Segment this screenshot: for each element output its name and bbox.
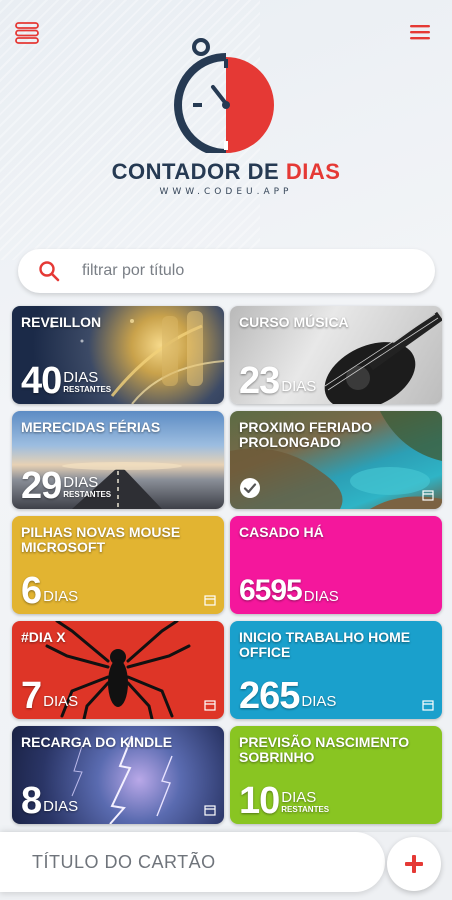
app-title-main: CONTADOR DE [111, 159, 286, 184]
card-title: PREVISÃO NASCIMENTO SOBRINHO [239, 734, 410, 765]
card-title: MERECIDAS FÉRIAS [21, 419, 161, 435]
card-title: RECARGA DO KINDLE [21, 734, 173, 750]
card-number: 6595 [239, 574, 303, 607]
card-unit: DIAS [43, 693, 79, 710]
card-unit: DIAS [303, 588, 339, 605]
card-unit: DIAS [281, 789, 317, 806]
card-count: 10 DIAS RESTANTES [239, 780, 330, 822]
app-url: WWW.CODEU.APP [159, 187, 293, 197]
calendar-icon [204, 700, 216, 711]
app-title-accent: DIAS [285, 159, 341, 184]
card-number: 265 [239, 675, 300, 717]
card-count: 40 DIAS RESTANTES [21, 360, 112, 402]
calendar-icon [422, 490, 434, 501]
card-title: #DIA X [21, 629, 66, 645]
card-number: 7 [21, 675, 42, 717]
card-count: 7 DIAS [21, 675, 79, 717]
card-title-input[interactable] [30, 850, 354, 874]
plus-icon [405, 855, 423, 873]
calendar-icon [422, 700, 434, 711]
card-sub: RESTANTES [63, 385, 112, 394]
card-unit: DIAS [43, 798, 79, 815]
add-card-button[interactable] [387, 837, 441, 891]
search-input[interactable] [80, 261, 384, 281]
card-count: 23 DIAS [239, 360, 317, 402]
new-card-field [0, 832, 385, 892]
card-title: CURSO MÚSICA [239, 314, 349, 330]
stopwatch-logo-icon [174, 38, 274, 153]
check-circle-icon [240, 478, 260, 498]
card-inicio-trabalho[interactable]: INICIO TRABALHO HOME OFFICE 265 DIAS [230, 621, 442, 719]
card-title: CASADO HÁ [239, 524, 324, 540]
card-unit: DIAS [43, 588, 79, 605]
card-previsao-nascimento[interactable]: PREVISÃO NASCIMENTO SOBRINHO 10 DIAS REST… [230, 726, 442, 824]
card-casado-ha[interactable]: CASADO HÁ 6595 DIAS [230, 516, 442, 614]
card-recarga-kindle[interactable]: RECARGA DO KINDLE 8 DIAS [12, 726, 224, 824]
card-merecidas-ferias[interactable]: MERECIDAS FÉRIAS 29 DIAS RESTANTES [12, 411, 224, 509]
card-title: REVEILLON [21, 314, 102, 330]
card-title: PILHAS NOVAS MOUSE MICROSOFT [21, 524, 181, 555]
card-number: 29 [21, 465, 62, 507]
app-logo: CONTADOR DE DIAS WWW.CODEU.APP [0, 35, 452, 197]
card-curso-musica[interactable]: CURSO MÚSICA 23 DIAS [230, 306, 442, 404]
card-number: 40 [21, 360, 62, 402]
card-unit: DIAS [301, 693, 337, 710]
card-count: 265 DIAS [239, 675, 337, 717]
card-number: 10 [239, 780, 280, 822]
card-number: 6 [21, 570, 42, 612]
card-dia-x[interactable]: #DIA X 7 DIAS [12, 621, 224, 719]
card-number: 8 [21, 780, 42, 822]
card-proximo-feriado[interactable]: PROXIMO FERIADO PROLONGADO [230, 411, 442, 509]
card-title: INICIO TRABALHO HOME OFFICE [239, 629, 411, 660]
card-count: 6595 DIAS [239, 574, 339, 608]
card-count: 29 DIAS RESTANTES [21, 465, 112, 507]
card-sub: RESTANTES [281, 805, 330, 814]
card-count: 8 DIAS [21, 780, 79, 822]
card-unit: DIAS [281, 378, 317, 395]
card-sub: RESTANTES [63, 490, 112, 499]
card-pilhas-novas[interactable]: PILHAS NOVAS MOUSE MICROSOFT 6 DIAS [12, 516, 224, 614]
card-unit: DIAS [63, 474, 99, 491]
card-title: PROXIMO FERIADO PROLONGADO [239, 419, 373, 450]
card-unit: DIAS [63, 369, 99, 386]
search-icon [39, 261, 60, 282]
card-reveillon[interactable]: REVEILLON 40 DIAS RESTANTES [12, 306, 224, 404]
card-count: 6 DIAS [21, 570, 79, 612]
card-grid: REVEILLON 40 DIAS RESTANTES CURSO MÚSICA … [12, 306, 442, 824]
card-number: 23 [239, 360, 280, 402]
calendar-icon [204, 805, 216, 816]
search-bar [18, 249, 435, 293]
app-title: CONTADOR DE DIAS [0, 159, 452, 185]
calendar-icon [204, 595, 216, 606]
